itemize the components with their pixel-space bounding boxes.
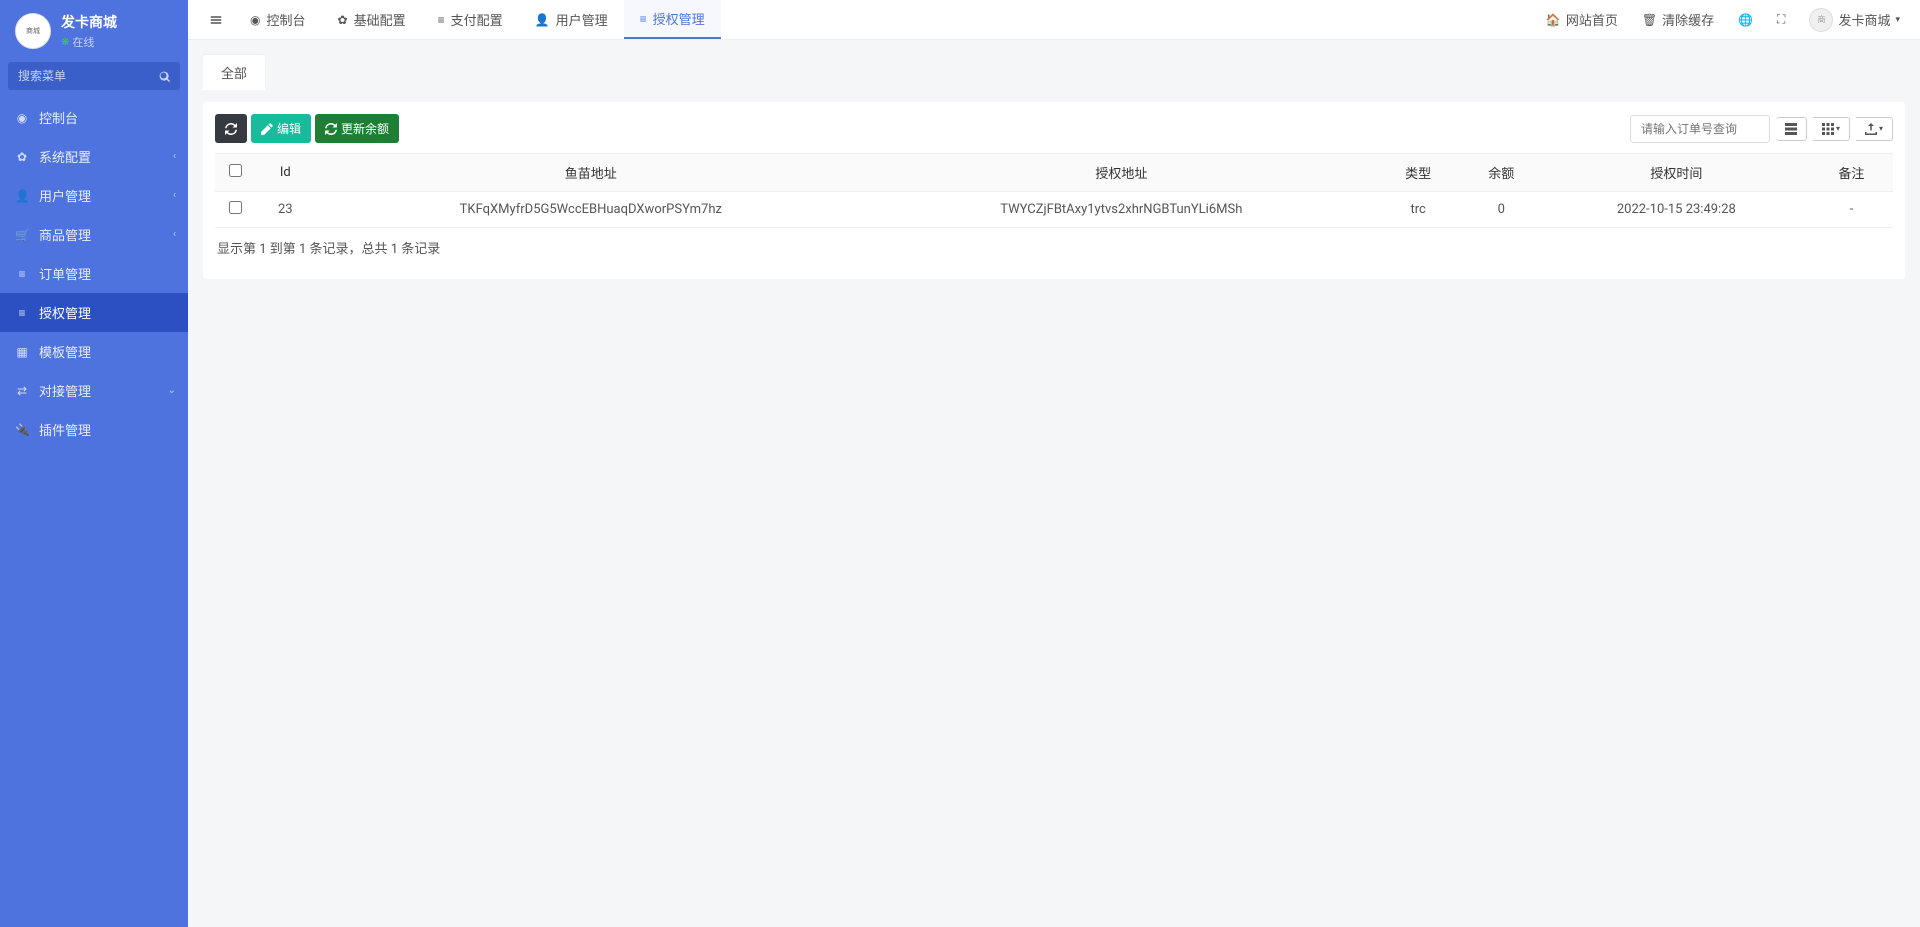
sidebar-header: 商城 发卡商城 ❋ 在线 (0, 0, 188, 62)
sidebar-item-auth-mgmt[interactable]: ≡授权管理 (0, 293, 188, 332)
plug-icon: 🔌 (15, 423, 29, 437)
cog-icon: ✿ (15, 150, 29, 164)
cell-addr1: TKFqXMyfrD5G5WccEBHuaqDXworPSYm7hz (316, 192, 866, 228)
columns-button[interactable]: ▾ (1813, 117, 1850, 141)
language-icon: 🌐 (1738, 13, 1753, 27)
sidebar-title: 发卡商城 (61, 12, 117, 32)
order-search-input[interactable] (1630, 115, 1770, 143)
main: ◉控制台 ✿基础配置 ≡支付配置 👤用户管理 ≡授权管理 🏠网站首页 🗑清除缓存… (188, 0, 1920, 927)
cell-time: 2022-10-15 23:49:28 (1543, 192, 1810, 228)
pencil-icon (261, 123, 273, 135)
col-balance[interactable]: 余额 (1460, 154, 1543, 192)
cell-id: 23 (255, 192, 316, 228)
card-view-icon (1785, 123, 1797, 135)
exchange-icon: ⇄ (15, 384, 29, 398)
toggle-view-button[interactable] (1776, 117, 1807, 141)
chevron-down-icon: ▾ (1895, 15, 1900, 25)
edit-button[interactable]: 编辑 (251, 114, 311, 143)
cell-type: trc (1377, 192, 1460, 228)
content-area: 全部 编辑 更新余额 (188, 40, 1920, 294)
chevron-down-icon: ⌄ (168, 385, 176, 396)
search-icon (159, 71, 171, 83)
toolbar: 编辑 更新余额 (215, 114, 1893, 143)
caret-down-icon: ▾ (1879, 124, 1883, 133)
table-row[interactable]: 23 TKFqXMyfrD5G5WccEBHuaqDXworPSYm7hz TW… (215, 192, 1893, 228)
home-link[interactable]: 🏠网站首页 (1536, 0, 1628, 40)
refresh-icon (225, 123, 237, 135)
sidebar-item-plugin-mgmt[interactable]: 🔌插件管理 (0, 410, 188, 449)
lang-toggle-button[interactable]: 🌐 (1728, 0, 1763, 40)
sub-tab-strip: 全部 (203, 55, 1905, 90)
cog-icon: ✿ (338, 13, 348, 27)
clear-cache-link[interactable]: 🗑清除缓存 (1632, 0, 1724, 40)
table-header-row: Id 鱼苗地址 授权地址 类型 余额 授权时间 备注 (215, 154, 1893, 192)
dashboard-icon: ◉ (15, 111, 29, 125)
table-info: 显示第 1 到第 1 条记录，总共 1 条记录 (215, 228, 1893, 267)
col-id[interactable]: Id (255, 154, 316, 192)
cell-addr2: TWYCZjFBtAxy1ytvs2xhrNGBTunYLi6MSh (866, 192, 1377, 228)
expand-icon: ⛶ (1777, 12, 1785, 27)
chevron-left-icon: ‹ (173, 151, 176, 162)
sidebar-item-user-mgmt[interactable]: 👤用户管理‹ (0, 176, 188, 215)
cart-icon: 🛒 (15, 228, 29, 242)
trash-icon: 🗑 (1642, 13, 1657, 27)
tab-auth-mgmt[interactable]: ≡授权管理 (624, 0, 721, 39)
sidebar: 商城 发卡商城 ❋ 在线 ◉控制台 ✿系统配置‹ 👤用户管理‹ 🛒商品管理‹ ≡… (0, 0, 188, 927)
list-icon: ≡ (15, 267, 29, 281)
avatar: 商 (1809, 8, 1833, 32)
status-dot-icon: ❋ (61, 37, 69, 48)
tab-payment-config[interactable]: ≡支付配置 (422, 0, 519, 39)
export-icon (1865, 123, 1877, 135)
sidebar-item-product-mgmt[interactable]: 🛒商品管理‹ (0, 215, 188, 254)
col-time[interactable]: 授权时间 (1543, 154, 1810, 192)
data-table: Id 鱼苗地址 授权地址 类型 余额 授权时间 备注 23 TKFqXMyfrD… (215, 153, 1893, 228)
sidebar-status: ❋ 在线 (61, 34, 117, 50)
chevron-left-icon: ‹ (173, 229, 176, 240)
export-button[interactable]: ▾ (1856, 117, 1893, 141)
tab-basic-config[interactable]: ✿基础配置 (322, 0, 422, 39)
hamburger-icon (210, 14, 222, 26)
home-icon: 🏠 (1546, 13, 1561, 27)
sidebar-item-template-mgmt[interactable]: ▦模板管理 (0, 332, 188, 371)
chevron-left-icon: ‹ (173, 190, 176, 201)
sub-tab-all[interactable]: 全部 (203, 55, 265, 90)
sidebar-search-button[interactable] (150, 62, 180, 90)
user-menu[interactable]: 商 发卡商城 ▾ (1799, 0, 1910, 40)
sidebar-item-dashboard[interactable]: ◉控制台 (0, 98, 188, 137)
cell-balance: 0 (1460, 192, 1543, 228)
cell-remark: - (1810, 192, 1893, 228)
tab-user-mgmt[interactable]: 👤用户管理 (519, 0, 624, 39)
refresh-button[interactable] (215, 114, 247, 143)
tab-dashboard[interactable]: ◉控制台 (234, 0, 322, 39)
list-icon: ≡ (15, 306, 29, 320)
topbar: ◉控制台 ✿基础配置 ≡支付配置 👤用户管理 ≡授权管理 🏠网站首页 🗑清除缓存… (188, 0, 1920, 40)
list-icon: ≡ (640, 12, 647, 26)
dashboard-icon: ◉ (250, 13, 260, 27)
sidebar-search (0, 62, 188, 98)
sidebar-menu: ◉控制台 ✿系统配置‹ 👤用户管理‹ 🛒商品管理‹ ≡订单管理 ≡授权管理 ▦模… (0, 98, 188, 449)
refresh-icon (325, 123, 337, 135)
select-all-checkbox[interactable] (229, 164, 242, 177)
fullscreen-button[interactable]: ⛶ (1767, 0, 1795, 40)
user-icon: 👤 (15, 189, 29, 203)
sidebar-toggle-button[interactable] (198, 12, 234, 28)
col-addr2[interactable]: 授权地址 (866, 154, 1377, 192)
sidebar-item-order-mgmt[interactable]: ≡订单管理 (0, 254, 188, 293)
sidebar-item-integration-mgmt[interactable]: ⇄对接管理⌄ (0, 371, 188, 410)
top-tabs: ◉控制台 ✿基础配置 ≡支付配置 👤用户管理 ≡授权管理 (234, 0, 721, 39)
grid-icon: ▦ (15, 345, 29, 359)
caret-down-icon: ▾ (1836, 124, 1840, 133)
panel: 编辑 更新余额 (203, 102, 1905, 279)
sidebar-logo: 商城 (15, 13, 51, 49)
col-type[interactable]: 类型 (1377, 154, 1460, 192)
row-checkbox[interactable] (229, 201, 242, 214)
sidebar-item-system-config[interactable]: ✿系统配置‹ (0, 137, 188, 176)
col-addr1[interactable]: 鱼苗地址 (316, 154, 866, 192)
grid-icon (1822, 123, 1834, 135)
user-icon: 👤 (535, 13, 550, 27)
col-remark[interactable]: 备注 (1810, 154, 1893, 192)
update-balance-button[interactable]: 更新余额 (315, 114, 399, 143)
list-icon: ≡ (438, 13, 445, 27)
